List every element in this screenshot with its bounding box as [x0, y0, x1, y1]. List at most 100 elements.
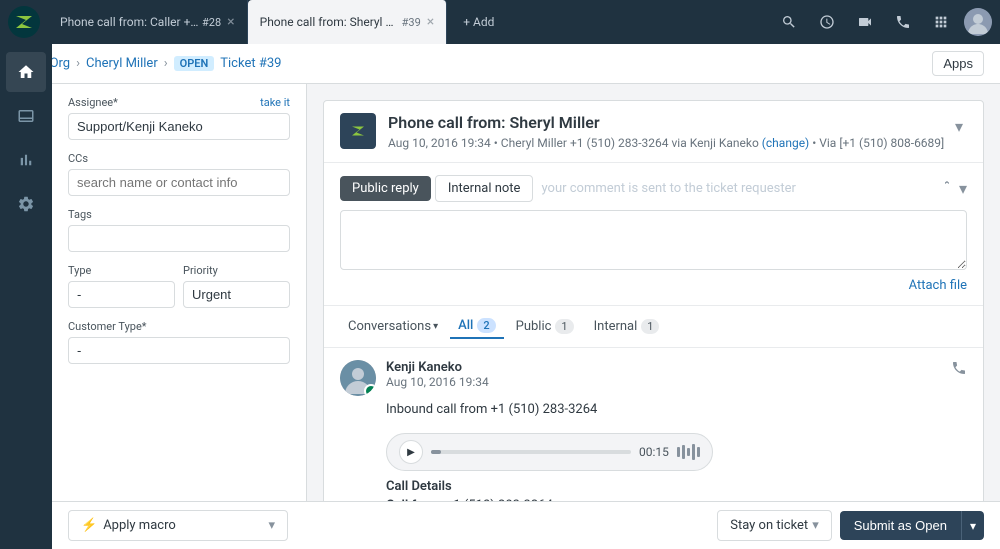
ticket-collapse-button[interactable]: ▾: [951, 113, 967, 140]
search-icon[interactable]: [774, 7, 804, 37]
message-meta: Kenji Kaneko Aug 10, 2016 19:34: [386, 360, 941, 389]
nav-right: [774, 7, 992, 37]
ticket-info: Phone call from: Sheryl Miller Aug 10, 2…: [388, 113, 951, 150]
clock-icon[interactable]: [812, 7, 842, 37]
sidebar-icon-inbox[interactable]: [6, 96, 46, 136]
top-nav: Phone call from: Caller +1 (510... #28 ×…: [0, 0, 1000, 44]
submit-button[interactable]: Submit as Open: [840, 511, 961, 540]
type-input[interactable]: [68, 281, 175, 308]
play-button[interactable]: ▶: [399, 440, 423, 464]
internal-label: Internal: [594, 319, 638, 334]
wave-bar-2: [682, 445, 685, 459]
breadcrumb-cheryl[interactable]: Cheryl Miller: [86, 56, 158, 71]
macro-label: Apply macro: [103, 518, 176, 533]
tags-input[interactable]: [68, 225, 290, 252]
tab-1-close[interactable]: ×: [227, 15, 234, 29]
reply-tab-row: Public reply Internal note your comment …: [340, 175, 967, 202]
assignee-input[interactable]: [68, 113, 290, 140]
stay-on-ticket-button[interactable]: Stay on ticket ▾: [717, 510, 832, 541]
type-label-text: Type: [68, 264, 91, 277]
sidebar-icon-reports[interactable]: [6, 140, 46, 180]
ccs-input[interactable]: [68, 169, 290, 196]
ticket-change-link[interactable]: (change): [762, 136, 809, 150]
left-panel: Assignee* take it CCs Tags Type: [52, 84, 307, 501]
message-author: Kenji Kaneko: [386, 360, 941, 375]
ticket-caller: Cheryl Miller +1 (510) 283-3264 via Kenj…: [501, 136, 759, 150]
call-details-title: Call Details: [386, 479, 967, 494]
priority-input[interactable]: [183, 281, 290, 308]
all-label: All: [458, 318, 473, 333]
left-sidebar: [0, 44, 52, 549]
tab-1-subtitle: #28: [202, 16, 221, 29]
message-text: Inbound call from +1 (510) 283-3264: [386, 402, 967, 417]
public-filter[interactable]: Public 1: [508, 315, 582, 338]
add-tab-button[interactable]: + Add: [447, 15, 506, 29]
tags-label-text: Tags: [68, 208, 92, 221]
public-label: Public: [516, 319, 552, 334]
app-logo: [8, 6, 40, 38]
message-action-icon[interactable]: [951, 360, 967, 380]
right-panel: Phone call from: Sheryl Miller Aug 10, 2…: [307, 84, 1000, 501]
submit-label: Submit as: [854, 518, 912, 533]
priority-label-text: Priority: [183, 264, 218, 277]
wave-bar-5: [697, 447, 700, 457]
internal-count-badge: 1: [641, 319, 659, 334]
conversations-filter[interactable]: Conversations ▾: [340, 315, 446, 338]
video-icon[interactable]: [850, 7, 880, 37]
customer-type-label: Customer Type*: [68, 320, 290, 333]
tab-2-close[interactable]: ×: [427, 15, 434, 29]
audio-time: 00:15: [639, 445, 669, 459]
breadcrumb-ticket[interactable]: Ticket #39: [220, 56, 281, 71]
reply-footer: Attach file: [340, 278, 967, 293]
ticket-card: Phone call from: Sheryl Miller Aug 10, 2…: [323, 100, 984, 501]
all-count-badge: 2: [477, 318, 495, 333]
attach-file-link[interactable]: Attach file: [909, 278, 967, 293]
internal-note-tab[interactable]: Internal note: [435, 175, 534, 202]
internal-filter[interactable]: Internal 1: [586, 315, 668, 338]
priority-label: Priority: [183, 264, 290, 277]
breadcrumb: AcmeOrg › Cheryl Miller › open Ticket #3…: [16, 56, 281, 71]
reply-area: Public reply Internal note your comment …: [324, 163, 983, 305]
reply-textarea[interactable]: [340, 210, 967, 270]
ticket-title: Phone call from: Sheryl Miller: [388, 113, 951, 132]
ccs-label-text: CCs: [68, 152, 88, 165]
conversations-label: Conversations: [348, 319, 431, 334]
all-filter[interactable]: All 2: [450, 314, 504, 339]
macro-chevron-icon: ▾: [268, 518, 275, 533]
stay-chevron-icon: ▾: [812, 518, 819, 533]
reply-icon-expand[interactable]: ▾: [959, 179, 967, 199]
type-field: Type: [68, 264, 175, 308]
sidebar-icon-home[interactable]: [6, 52, 46, 92]
customer-type-input[interactable]: [68, 337, 290, 364]
reply-icon-format[interactable]: [939, 179, 955, 199]
add-tab-label: + Add: [463, 15, 494, 29]
submit-dropdown-button[interactable]: ▾: [961, 511, 984, 540]
assignee-label: Assignee* take it: [68, 96, 290, 109]
ccs-field: CCs: [68, 152, 290, 196]
tab-1[interactable]: Phone call from: Caller +1 (510... #28 ×: [48, 0, 248, 44]
take-it-link[interactable]: take it: [260, 96, 290, 109]
tab-2[interactable]: Phone call from: Sheryl Miller #39 ×: [248, 0, 448, 44]
apply-macro-button[interactable]: ⚡ Apply macro ▾: [68, 510, 288, 541]
call-details: Call Details Call from: +1 (510) 283-326…: [386, 479, 967, 501]
tabs-bar: Phone call from: Caller +1 (510... #28 ×…: [48, 0, 774, 44]
sidebar-icon-settings[interactable]: [6, 184, 46, 224]
public-reply-tab[interactable]: Public reply: [340, 176, 431, 201]
breadcrumb-sep-2: ›: [164, 56, 168, 71]
phone-icon[interactable]: [888, 7, 918, 37]
audio-player: ▶ 00:15: [386, 433, 713, 471]
lightning-icon: ⚡: [81, 518, 97, 533]
audio-progress-bar[interactable]: [431, 450, 631, 454]
stay-label: Stay on ticket: [730, 518, 808, 533]
customer-type-label-text: Customer Type*: [68, 320, 147, 333]
submit-status-value: Open: [915, 518, 947, 533]
reply-placeholder-text: your comment is sent to the ticket reque…: [541, 181, 795, 196]
breadcrumb-sep-1: ›: [76, 56, 80, 71]
apps-button[interactable]: Apps: [932, 51, 984, 76]
bottom-bar: ⚡ Apply macro ▾ Stay on ticket ▾ Submit …: [0, 501, 1000, 549]
ticket-via: Via [+1 (510) 808-6689]: [819, 136, 944, 150]
message-content: Inbound call from +1 (510) 283-3264: [386, 402, 967, 417]
user-avatar[interactable]: [964, 8, 992, 36]
meta-sep-1: •: [494, 136, 501, 150]
grid-icon[interactable]: [926, 7, 956, 37]
